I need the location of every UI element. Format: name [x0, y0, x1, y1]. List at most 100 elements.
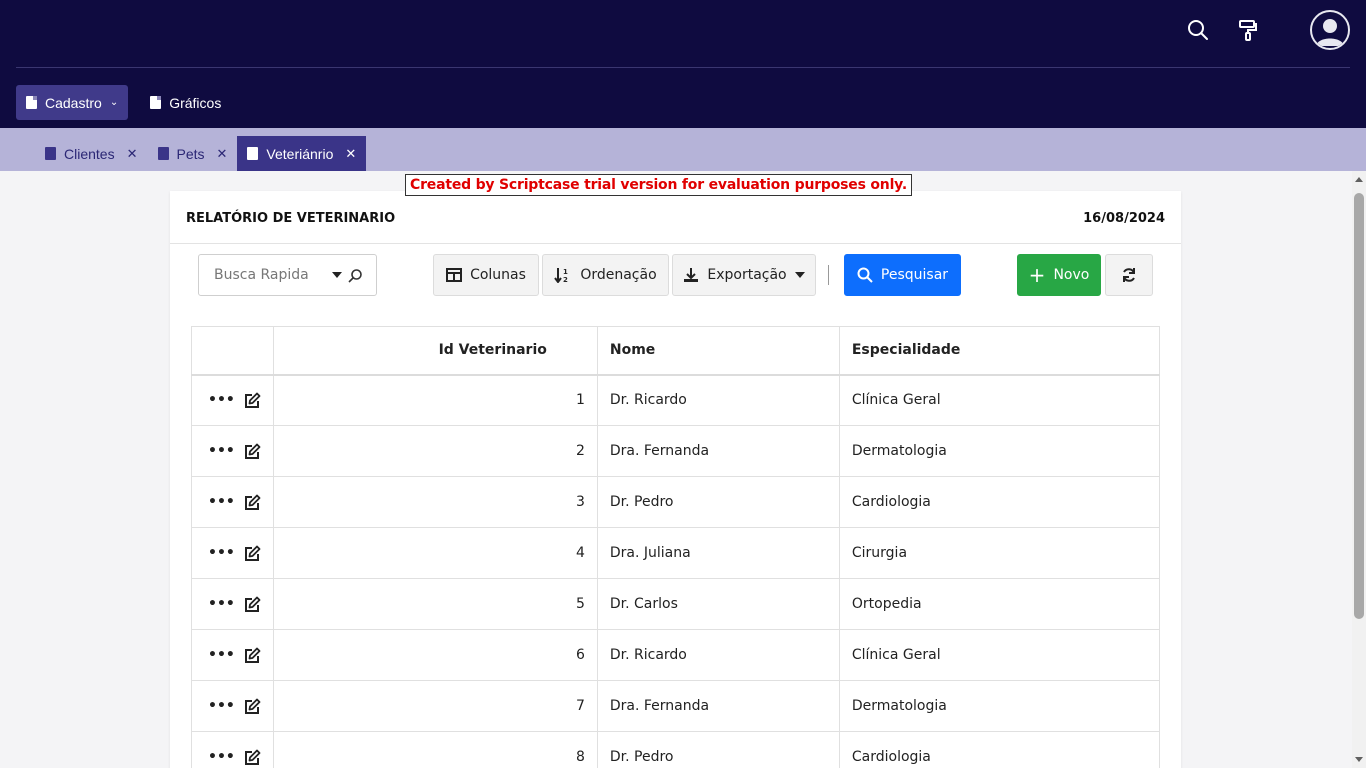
- cell-especialidade: Clínica Geral: [838, 374, 1161, 426]
- edit-icon[interactable]: [244, 647, 261, 664]
- cell-nome: Dra. Juliana: [596, 527, 840, 579]
- export-button[interactable]: Exportação: [672, 254, 816, 296]
- trial-notice: Created by Scriptcase trial version for …: [405, 174, 912, 196]
- menu-item-cadastro[interactable]: Cadastro ⌄: [16, 85, 129, 120]
- row-actions: •••: [191, 680, 274, 732]
- chevron-down-icon: ⌄: [109, 97, 119, 108]
- search-icon[interactable]: [1182, 14, 1214, 46]
- report-card: RELATÓRIO DE VETERINARIO 16/08/2024 Busc…: [170, 191, 1181, 768]
- row-actions: •••: [191, 731, 274, 768]
- report-date: 16/08/2024: [1083, 211, 1165, 226]
- tab-veterinario[interactable]: Veteriánrio ✕: [237, 136, 367, 171]
- cell-nome: Dr. Ricardo: [596, 374, 840, 426]
- row-actions: •••: [191, 425, 274, 477]
- cell-nome: Dra. Fernanda: [596, 680, 840, 732]
- more-options-icon[interactable]: •••: [208, 392, 235, 408]
- download-icon: [684, 268, 699, 282]
- refresh-icon: [1123, 268, 1135, 282]
- document-icon: [157, 147, 169, 160]
- plus-icon: +: [1028, 263, 1046, 287]
- sort-icon: 12: [554, 268, 568, 283]
- column-header-nome[interactable]: Nome: [596, 326, 840, 376]
- veterinarians-table: Id Veterinario Nome Especialidade ••• 1 Dr…: [191, 326, 1161, 768]
- close-icon[interactable]: ✕: [217, 146, 228, 162]
- search-icon: [857, 267, 873, 283]
- row-actions: •••: [191, 527, 274, 579]
- edit-icon[interactable]: [244, 443, 261, 460]
- row-actions: •••: [191, 629, 274, 681]
- header-divider: [16, 67, 1350, 68]
- toolbar: Busca Rapida Colunas 12 Ordenação Export…: [170, 254, 1181, 296]
- table-row[interactable]: ••• 8 Dr. Pedro Cardiologia: [191, 731, 1161, 768]
- edit-icon[interactable]: [244, 392, 261, 409]
- more-options-icon[interactable]: •••: [208, 596, 235, 612]
- cell-id: 6: [272, 629, 598, 681]
- menu-item-label: Cadastro: [45, 94, 102, 111]
- more-options-icon[interactable]: •••: [208, 698, 235, 714]
- column-header-id[interactable]: Id Veterinario: [272, 326, 598, 376]
- columns-button[interactable]: Colunas: [433, 254, 539, 296]
- table-row[interactable]: ••• 2 Dra. Fernanda Dermatologia: [191, 425, 1161, 477]
- edit-icon[interactable]: [244, 749, 261, 766]
- edit-icon[interactable]: [244, 545, 261, 562]
- columns-label: Colunas: [470, 267, 526, 283]
- caret-down-icon[interactable]: [332, 272, 342, 278]
- tab-label: Veteriánrio: [266, 145, 334, 162]
- scrollbar-thumb[interactable]: [1354, 193, 1364, 619]
- new-button[interactable]: + Novo: [1017, 254, 1101, 296]
- search-button[interactable]: Pesquisar: [844, 254, 961, 296]
- table-row[interactable]: ••• 4 Dra. Juliana Cirurgia: [191, 527, 1161, 579]
- menu-item-label: Gráficos: [169, 94, 222, 111]
- more-options-icon[interactable]: •••: [208, 749, 235, 765]
- sort-button[interactable]: 12 Ordenação: [542, 254, 669, 296]
- tab-label: Pets: [176, 145, 205, 162]
- caret-down-icon: [794, 272, 805, 278]
- document-icon: [45, 147, 56, 160]
- cell-id: 2: [272, 425, 598, 477]
- more-options-icon[interactable]: •••: [208, 647, 235, 663]
- user-avatar-icon[interactable]: [1310, 10, 1350, 50]
- cell-id: 3: [272, 476, 598, 528]
- cell-especialidade: Cardiologia: [838, 476, 1161, 528]
- more-options-icon[interactable]: •••: [208, 443, 235, 459]
- table-row[interactable]: ••• 1 Dr. Ricardo Clínica Geral: [191, 374, 1161, 426]
- scroll-down-icon[interactable]: [1355, 757, 1363, 762]
- paint-roller-icon[interactable]: [1232, 14, 1264, 46]
- tab-clientes[interactable]: Clientes ✕: [35, 136, 148, 171]
- search-icon[interactable]: [347, 268, 363, 284]
- refresh-button[interactable]: [1105, 254, 1153, 296]
- cell-especialidade: Clínica Geral: [838, 629, 1161, 681]
- cell-nome: Dr. Ricardo: [596, 629, 840, 681]
- more-options-icon[interactable]: •••: [208, 494, 235, 510]
- scroll-up-icon[interactable]: [1355, 177, 1363, 182]
- close-icon[interactable]: ✕: [345, 146, 356, 162]
- table-header-row: Id Veterinario Nome Especialidade: [191, 326, 1161, 376]
- svg-text:1: 1: [563, 268, 568, 276]
- table-row[interactable]: ••• 7 Dra. Fernanda Dermatologia: [191, 680, 1161, 732]
- menu-item-graficos[interactable]: Gráficos: [140, 85, 231, 120]
- toolbar-divider: [828, 265, 829, 285]
- export-label: Exportação: [707, 267, 787, 283]
- document-icon: [26, 96, 37, 109]
- main-menu: Cadastro ⌄ Gráficos: [16, 85, 231, 120]
- table-row[interactable]: ••• 3 Dr. Pedro Cardiologia: [191, 476, 1161, 528]
- edit-icon[interactable]: [244, 596, 261, 613]
- tab-pets[interactable]: Pets ✕: [148, 136, 238, 171]
- quick-search-input[interactable]: Busca Rapida: [198, 254, 377, 296]
- more-options-icon[interactable]: •••: [208, 545, 235, 561]
- cell-id: 1: [272, 374, 598, 426]
- close-icon[interactable]: ✕: [127, 146, 138, 162]
- table-row[interactable]: ••• 5 Dr. Carlos Ortopedia: [191, 578, 1161, 630]
- cell-especialidade: Dermatologia: [838, 680, 1161, 732]
- table-row[interactable]: ••• 6 Dr. Ricardo Clínica Geral: [191, 629, 1161, 681]
- sort-label: Ordenação: [580, 267, 657, 283]
- cell-id: 5: [272, 578, 598, 630]
- row-actions: •••: [191, 374, 274, 426]
- cell-especialidade: Cardiologia: [838, 731, 1161, 768]
- row-actions: •••: [191, 476, 274, 528]
- edit-icon[interactable]: [244, 494, 261, 511]
- cell-id: 4: [272, 527, 598, 579]
- edit-icon[interactable]: [244, 698, 261, 715]
- column-header-especialidade[interactable]: Especialidade: [838, 326, 1161, 376]
- vertical-scrollbar[interactable]: [1352, 171, 1366, 768]
